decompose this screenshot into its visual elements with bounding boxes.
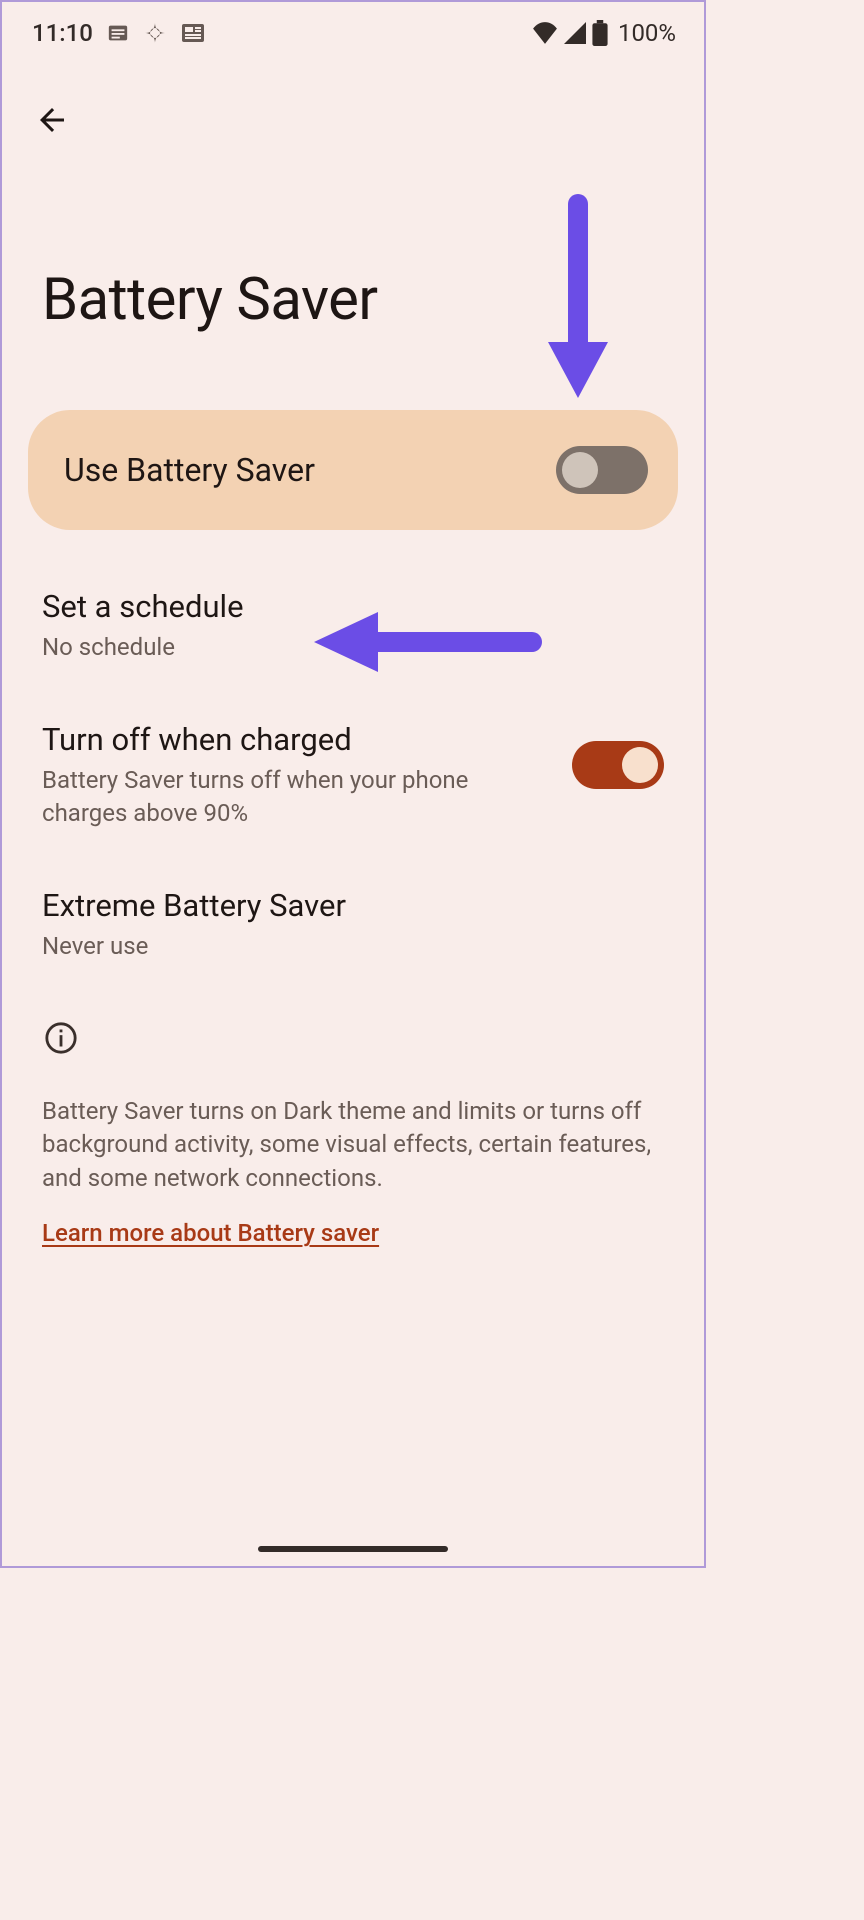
turn-off-when-charged-item[interactable]: Turn off when charged Battery Saver turn…: [42, 721, 664, 829]
info-icon-wrap: [44, 1021, 704, 1059]
set-schedule-item[interactable]: Set a schedule No schedule: [42, 588, 664, 663]
status-right: 100%: [532, 19, 676, 47]
battery-percent: 100%: [618, 19, 676, 47]
status-time: 11:10: [32, 19, 93, 47]
signal-icon: [564, 22, 586, 44]
wifi-icon: [532, 22, 558, 44]
status-bar: 11:10 100%: [2, 2, 704, 62]
use-battery-saver-label: Use Battery Saver: [64, 451, 315, 489]
set-schedule-text: Set a schedule No schedule: [42, 588, 634, 663]
use-battery-saver-card[interactable]: Use Battery Saver: [28, 410, 678, 530]
turn-off-sub: Battery Saver turns off when your phone …: [42, 764, 542, 829]
extreme-battery-saver-item[interactable]: Extreme Battery Saver Never use: [42, 887, 664, 962]
page-title: Battery Saver: [42, 266, 704, 334]
toggle-knob: [622, 747, 658, 783]
use-battery-saver-toggle[interactable]: [556, 446, 648, 494]
set-schedule-title: Set a schedule: [42, 588, 634, 625]
photos-icon: [143, 21, 167, 45]
extreme-title: Extreme Battery Saver: [42, 887, 634, 924]
turn-off-title: Turn off when charged: [42, 721, 542, 758]
turn-off-toggle[interactable]: [572, 741, 664, 789]
battery-icon: [592, 20, 608, 46]
back-button[interactable]: [30, 98, 74, 142]
set-schedule-sub: No schedule: [42, 631, 634, 663]
news-icon: [181, 23, 205, 43]
extreme-sub: Never use: [42, 930, 634, 962]
extreme-text: Extreme Battery Saver Never use: [42, 887, 634, 962]
navigation-bar-handle[interactable]: [258, 1546, 448, 1552]
status-left: 11:10: [32, 19, 205, 47]
turn-off-text: Turn off when charged Battery Saver turn…: [42, 721, 542, 829]
arrow-back-icon: [34, 102, 70, 138]
toggle-knob: [562, 452, 598, 488]
info-icon: [44, 1021, 78, 1055]
info-text: Battery Saver turns on Dark theme and li…: [42, 1095, 664, 1196]
messages-icon: [107, 22, 129, 44]
learn-more-link[interactable]: Learn more about Battery saver: [42, 1219, 664, 1247]
